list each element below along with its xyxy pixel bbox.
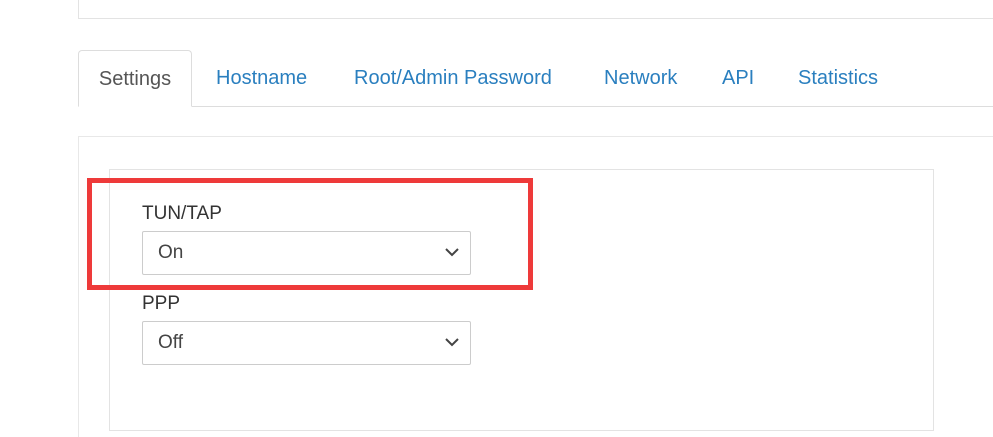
chevron-down-icon [445, 248, 459, 257]
tun-tap-label: TUN/TAP [142, 203, 222, 224]
settings-tabs: Settings Hostname Root/Admin Password Ne… [78, 50, 993, 107]
chevron-down-icon [445, 338, 459, 347]
tun-tap-select[interactable]: On [142, 231, 471, 275]
settings-form-panel [109, 169, 934, 431]
ppp-select[interactable]: Off [142, 321, 471, 365]
tab-statistics[interactable]: Statistics [798, 50, 878, 106]
tab-root-admin-password[interactable]: Root/Admin Password [354, 50, 552, 106]
ppp-selected-value: Off [158, 332, 183, 353]
tun-tap-selected-value: On [158, 242, 184, 263]
ppp-label: PPP [142, 293, 181, 314]
tab-hostname[interactable]: Hostname [216, 50, 307, 106]
tab-network[interactable]: Network [604, 50, 677, 106]
tab-api[interactable]: API [722, 50, 754, 106]
top-panel [78, 0, 993, 19]
tab-settings[interactable]: Settings [78, 50, 192, 107]
